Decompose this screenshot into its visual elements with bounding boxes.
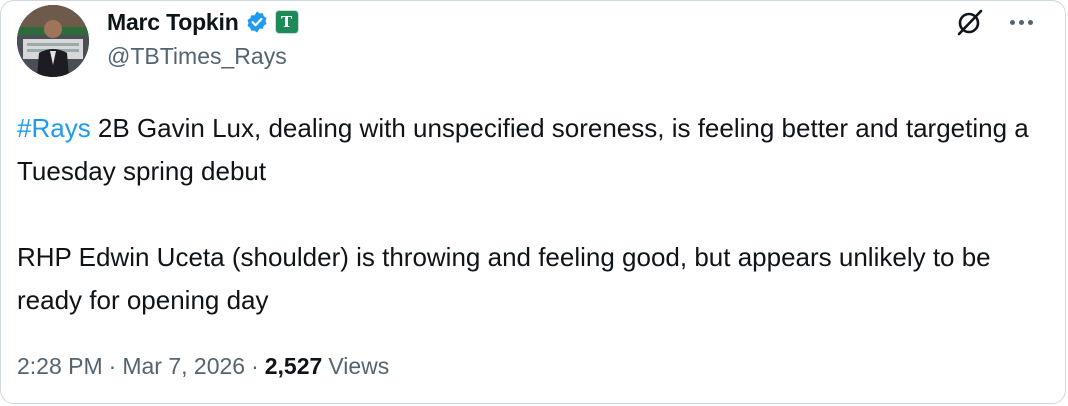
dot (1009, 19, 1015, 25)
tweet-paragraph-1: #Rays 2B Gavin Lux, dealing with unspeci… (17, 107, 1047, 193)
tweet-paragraph-2: RHP Edwin Uceta (shoulder) is throwing a… (17, 242, 991, 315)
dot (1018, 19, 1024, 25)
grok-icon[interactable] (955, 7, 985, 37)
avatar-photo (17, 5, 89, 77)
tweet-time[interactable]: 2:28 PM (17, 353, 103, 380)
meta-separator: · (251, 353, 259, 379)
display-name[interactable]: Marc Topkin (107, 9, 239, 36)
meta-separator: · (108, 353, 117, 379)
tweet-card: Marc Topkin T @TBTimes_Rays #Rays 2B Gav… (0, 0, 1066, 404)
affiliation-badge[interactable]: T (274, 10, 299, 34)
tweet-paragraph-1-text: 2B Gavin Lux, dealing with unspecified s… (17, 113, 1029, 186)
hashtag-link[interactable]: #Rays (17, 113, 91, 143)
views-count: 2,527 (264, 353, 323, 379)
avatar[interactable] (17, 5, 89, 77)
more-options-icon[interactable] (1001, 7, 1041, 37)
tweet-date[interactable]: Mar 7, 2026 (122, 353, 245, 380)
author-handle[interactable]: @TBTimes_Rays (107, 43, 287, 70)
verified-badge-icon[interactable] (245, 10, 269, 34)
views-label: Views (328, 353, 390, 379)
tweet-text: #Rays 2B Gavin Lux, dealing with unspeci… (17, 107, 1047, 322)
author-name-row: Marc Topkin T (107, 7, 299, 37)
tweet-meta: 2:28 PM · Mar 7, 2026 · 2,527 Views (17, 353, 389, 380)
dot (1027, 19, 1033, 25)
